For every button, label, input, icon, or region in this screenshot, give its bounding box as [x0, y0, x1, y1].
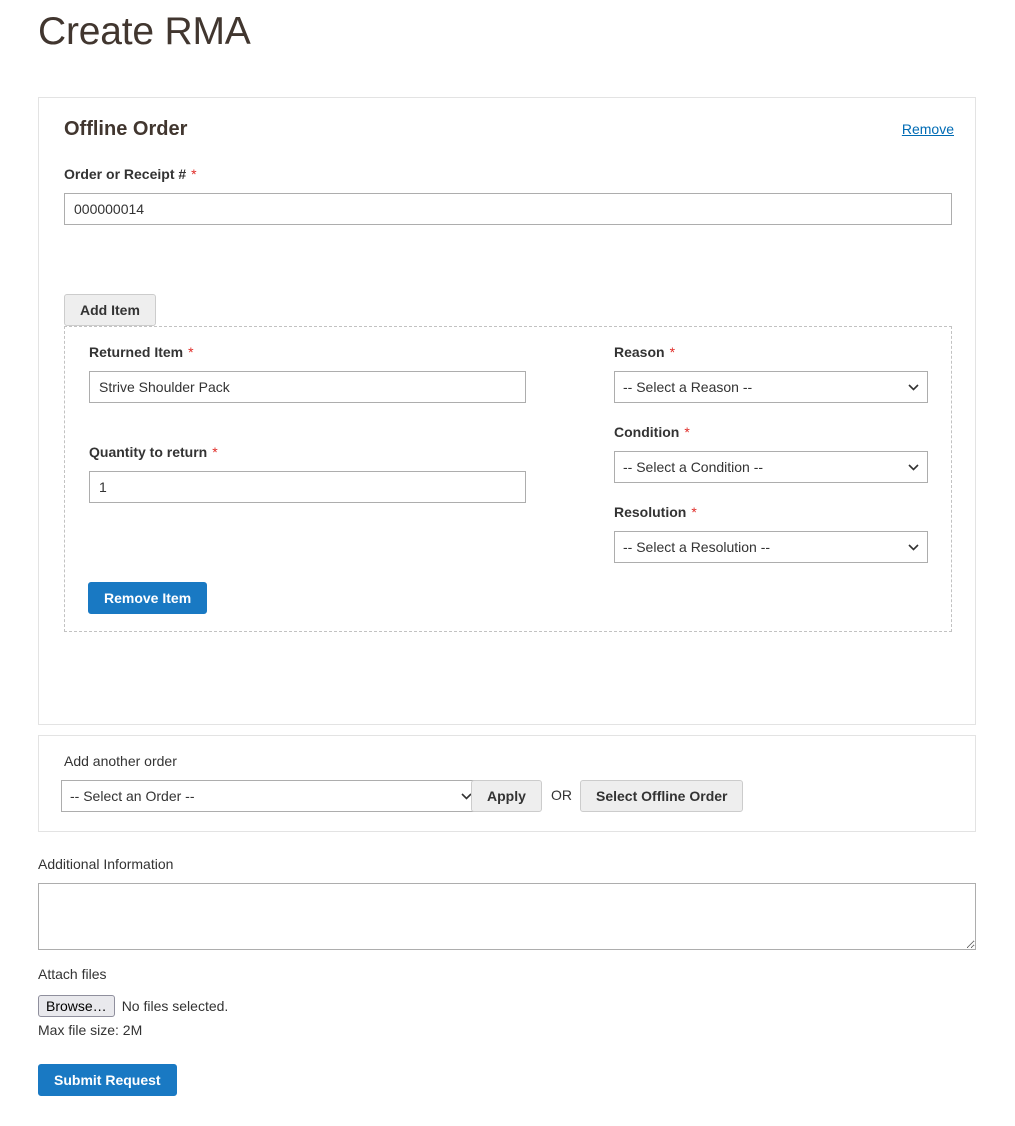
- resolution-label-text: Resolution: [614, 504, 686, 520]
- reason-field-group: Reason * -- Select a Reason --: [614, 343, 928, 403]
- reason-label-text: Reason: [614, 344, 665, 360]
- add-another-order-panel: Add another order -- Select an Order -- …: [38, 735, 976, 832]
- add-item-button[interactable]: Add Item: [64, 294, 156, 326]
- returned-item-label-text: Returned Item: [89, 344, 183, 360]
- additional-information-group: Additional Information: [38, 855, 976, 950]
- create-rma-page: Create RMA Offline Order Remove Order or…: [0, 0, 1015, 1126]
- resolution-field-group: Resolution * -- Select a Resolution --: [614, 503, 928, 563]
- condition-field-group: Condition * -- Select a Condition --: [614, 423, 928, 483]
- required-asterisk: *: [212, 444, 217, 460]
- remove-item-button[interactable]: Remove Item: [88, 582, 207, 614]
- condition-label: Condition *: [614, 423, 928, 441]
- file-selected-status: No files selected.: [122, 998, 229, 1014]
- order-number-label: Order or Receipt # *: [64, 165, 952, 183]
- page-title: Create RMA: [38, 8, 251, 56]
- attach-files-label: Attach files: [38, 965, 228, 983]
- additional-information-textarea[interactable]: [38, 883, 976, 950]
- select-offline-order-button[interactable]: Select Offline Order: [580, 780, 743, 812]
- submit-request-button[interactable]: Submit Request: [38, 1064, 177, 1096]
- quantity-input[interactable]: [89, 471, 526, 503]
- order-number-label-text: Order or Receipt #: [64, 166, 186, 182]
- browse-button[interactable]: Browse…: [38, 995, 115, 1017]
- or-separator-text: OR: [551, 787, 572, 803]
- resolution-select-wrap: -- Select a Resolution --: [614, 531, 928, 563]
- quantity-label: Quantity to return *: [89, 443, 526, 461]
- required-asterisk: *: [191, 166, 196, 182]
- panel-heading-offline-order: Offline Order: [64, 117, 187, 141]
- required-asterisk: *: [188, 344, 193, 360]
- required-asterisk: *: [684, 424, 689, 440]
- returned-item-input[interactable]: [89, 371, 526, 403]
- file-input-row[interactable]: Browse… No files selected.: [38, 995, 228, 1017]
- max-file-size-text: Max file size: 2M: [38, 1021, 228, 1039]
- returned-item-label: Returned Item *: [89, 343, 526, 361]
- condition-select[interactable]: -- Select a Condition --: [614, 451, 928, 483]
- order-number-field-group: Order or Receipt # *: [64, 165, 952, 225]
- quantity-field-group: Quantity to return *: [89, 443, 526, 503]
- resolution-select[interactable]: -- Select a Resolution --: [614, 531, 928, 563]
- quantity-label-text: Quantity to return: [89, 444, 207, 460]
- apply-button[interactable]: Apply: [471, 780, 542, 812]
- required-asterisk: *: [691, 504, 696, 520]
- reason-select-wrap: -- Select a Reason --: [614, 371, 928, 403]
- reason-label: Reason *: [614, 343, 928, 361]
- order-number-input[interactable]: [64, 193, 952, 225]
- remove-order-link[interactable]: Remove: [902, 120, 954, 138]
- resolution-label: Resolution *: [614, 503, 928, 521]
- condition-label-text: Condition: [614, 424, 679, 440]
- add-another-order-label: Add another order: [64, 752, 177, 770]
- required-asterisk: *: [670, 344, 675, 360]
- reason-select[interactable]: -- Select a Reason --: [614, 371, 928, 403]
- order-select-wrap: -- Select an Order --: [61, 780, 481, 812]
- condition-select-wrap: -- Select a Condition --: [614, 451, 928, 483]
- additional-information-label: Additional Information: [38, 855, 976, 873]
- returned-item-field-group: Returned Item *: [89, 343, 526, 403]
- order-select[interactable]: -- Select an Order --: [61, 780, 481, 812]
- attach-files-group: Attach files Browse… No files selected. …: [38, 965, 228, 1039]
- offline-order-panel: Offline Order Remove Order or Receipt # *…: [38, 97, 976, 725]
- rma-item-block: Returned Item * Quantity to return * Reaso…: [64, 326, 952, 632]
